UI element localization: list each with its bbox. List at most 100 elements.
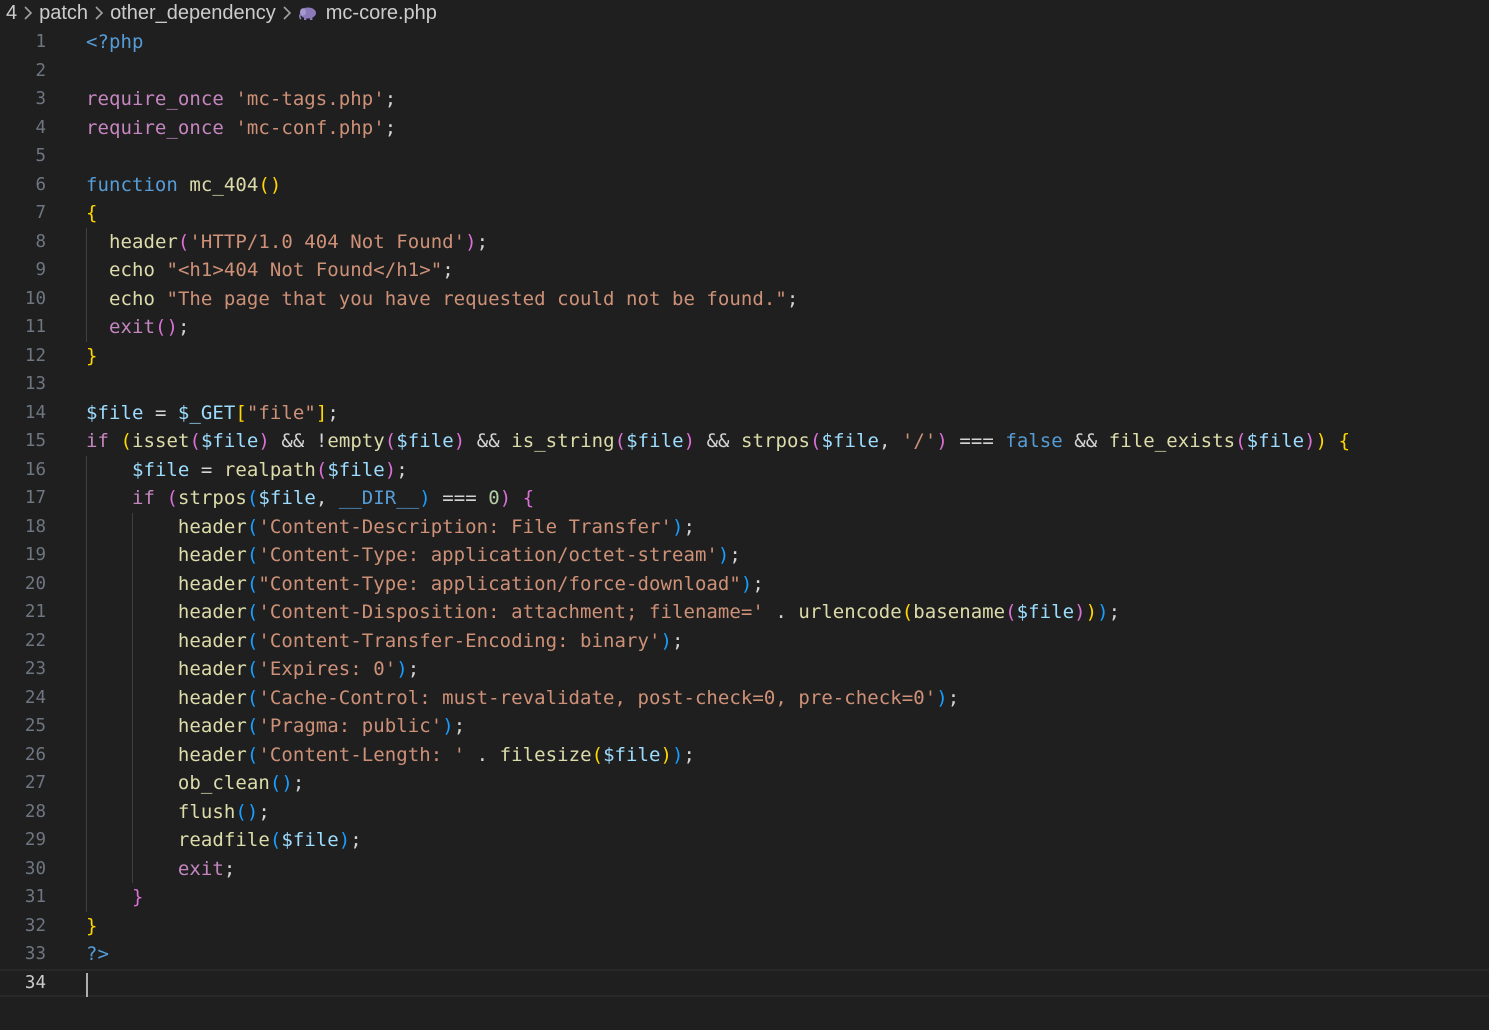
code-line[interactable]: 2: [0, 57, 1489, 86]
line-number: 3: [35, 89, 46, 109]
code-line[interactable]: 17 if (strpos($file, __DIR__) === 0) {: [0, 484, 1489, 513]
code-token: ;: [177, 316, 190, 338]
code-token: __DIR__: [338, 487, 420, 509]
code-token: }: [86, 914, 98, 937]
code-line[interactable]: 7{: [0, 199, 1489, 228]
code-line[interactable]: 31 }: [0, 883, 1489, 912]
code-token: &&: [465, 430, 512, 452]
breadcrumb-item-other-dependency[interactable]: other_dependency: [110, 2, 276, 25]
code-token: $file: [281, 829, 339, 851]
code-token: && !: [269, 430, 328, 452]
breadcrumb-item-root[interactable]: 4: [6, 2, 17, 25]
code-token: ): [672, 743, 684, 766]
code-token: ): [1097, 601, 1109, 623]
code-token: ob_clean: [177, 772, 270, 794]
breadcrumb-item-file[interactable]: mc-core.php: [326, 2, 437, 25]
code-token: (: [246, 658, 259, 680]
code-line[interactable]: 13: [0, 370, 1489, 399]
code-text: header('Cache-Control: must-revalidate, …: [86, 684, 959, 713]
code-token: is_string: [511, 430, 615, 452]
code-line[interactable]: 19 header('Content-Type: application/oct…: [0, 541, 1489, 570]
code-token: exit: [108, 316, 155, 338]
code-line[interactable]: 28 flush();: [0, 797, 1489, 826]
code-token: function: [86, 173, 178, 196]
breadcrumb: 4 patch other_dependency mc-core.php: [0, 0, 1489, 26]
code-token: $file: [131, 458, 190, 481]
code-token: $file: [1016, 601, 1075, 623]
code-text: <?php: [86, 28, 143, 57]
code-line[interactable]: 15 if (isset($file) && !empty($file) && i…: [0, 427, 1489, 456]
code-line[interactable]: 10 echo "The page that you have requeste…: [0, 284, 1489, 314]
code-line[interactable]: 23 header('Expires: 0');: [0, 655, 1489, 684]
code-token: ;: [947, 686, 960, 709]
code-line[interactable]: 33 ?>: [0, 940, 1489, 969]
code-token: 'Expires: 0': [258, 658, 397, 680]
chevron-right-icon: [94, 6, 104, 20]
code-token: .: [465, 743, 500, 766]
line-number: 31: [24, 887, 46, 907]
code-text: exit;: [86, 855, 235, 884]
code-token: (: [809, 430, 822, 452]
code-token: if: [86, 430, 109, 452]
breadcrumb-item-patch[interactable]: patch: [39, 2, 88, 25]
code-line[interactable]: 11 exit();: [0, 313, 1489, 342]
code-token: 'Content-Disposition: attachment; filena…: [258, 601, 764, 623]
code-token: (: [246, 487, 259, 509]
code-text: ?>: [86, 940, 109, 969]
code-line[interactable]: 18 header('Content-Description: File Tra…: [0, 512, 1489, 541]
line-number: 20: [24, 573, 46, 594]
code-editor[interactable]: 1 <?php 2 3 require_once 'mc-tags.php'; 4 requ…: [0, 28, 1489, 1030]
code-line[interactable]: 27 ob_clean();: [0, 769, 1489, 798]
code-token: ): [671, 515, 684, 538]
code-token: 0: [488, 487, 500, 509]
code-token: $file: [258, 487, 316, 509]
code-token: ,: [315, 487, 339, 509]
code-line[interactable]: 20 header("Content-Type: application/for…: [0, 569, 1489, 598]
code-token: "file": [246, 401, 316, 424]
code-token: ): [442, 715, 454, 737]
line-number: 1: [35, 32, 46, 52]
code-line[interactable]: 30 exit;: [0, 854, 1489, 884]
line-number: 8: [35, 231, 46, 252]
code-text: header('Pragma: public');: [86, 712, 465, 741]
code-line[interactable]: 14 $file = $_GET["file"];: [0, 399, 1489, 428]
code-line[interactable]: 6 function mc_404(): [0, 171, 1489, 200]
code-text: echo "The page that you have requested c…: [86, 285, 798, 314]
code-token: header: [177, 544, 247, 566]
code-line[interactable]: 9 echo "<h1>404 Not Found</h1>";: [0, 256, 1489, 285]
line-number: 17: [24, 488, 46, 508]
code-token: =: [189, 458, 224, 481]
code-line[interactable]: 29 readfile($file);: [0, 826, 1489, 855]
code-token: ): [1074, 601, 1086, 623]
code-line[interactable]: 16 $file = realpath($file);: [0, 455, 1489, 484]
code-line[interactable]: 3 require_once 'mc-tags.php';: [0, 85, 1489, 114]
code-line[interactable]: 8 header('HTTP/1.0 404 Not Found');: [0, 227, 1489, 256]
code-line[interactable]: 22 header('Content-Transfer-Encoding: bi…: [0, 626, 1489, 655]
code-line[interactable]: 34: [0, 968, 1489, 997]
code-line[interactable]: 12}: [0, 342, 1489, 371]
code-line[interactable]: 25 header('Pragma: public');: [0, 712, 1489, 741]
code-token: ;: [786, 287, 799, 310]
code-line[interactable]: 24 header('Cache-Control: must-revalidat…: [0, 683, 1489, 713]
code-token: (): [269, 772, 293, 794]
code-line[interactable]: 32}: [0, 912, 1489, 941]
code-line[interactable]: 1 <?php: [0, 28, 1489, 57]
line-number: 22: [24, 630, 46, 651]
line-number: 21: [24, 602, 46, 622]
code-token: flush: [177, 800, 236, 823]
code-token: $file: [327, 458, 385, 481]
code-token: (: [1235, 430, 1247, 452]
code-line[interactable]: 21 header('Content-Disposition: attachme…: [0, 598, 1489, 627]
code-token: isset: [131, 430, 190, 452]
code-token: urlencode: [798, 601, 902, 623]
code-line[interactable]: 26 header('Content-Length: ' . filesize(…: [0, 740, 1489, 769]
code-token: (: [901, 601, 914, 623]
code-token: "<h1>404 Not Found</h1>": [166, 259, 443, 281]
code-line[interactable]: 5: [0, 142, 1489, 171]
code-token: ===: [430, 487, 489, 509]
code-line[interactable]: 4 require_once 'mc-conf.php';: [0, 114, 1489, 143]
